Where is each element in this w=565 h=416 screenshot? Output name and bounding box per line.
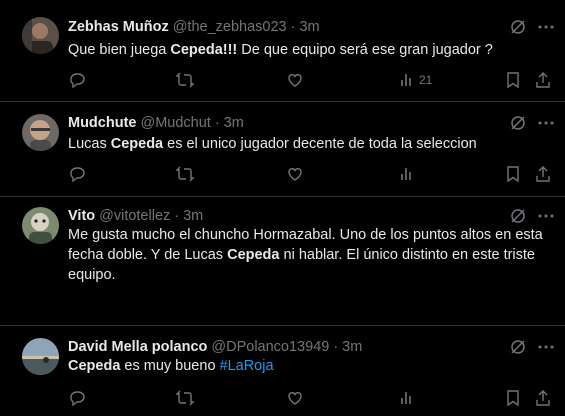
tweet-header: Zebhas Muñoz @the_zebhas023 · 3m <box>68 17 320 37</box>
like-icon <box>288 74 302 87</box>
views-button[interactable]: 21 <box>398 70 432 90</box>
retweet-icon <box>176 72 194 88</box>
tweet-actions <box>68 388 558 408</box>
share-icon <box>536 72 550 88</box>
avatar[interactable] <box>22 207 59 244</box>
share-icon <box>536 390 550 406</box>
tweet-actions <box>68 164 558 184</box>
timestamp[interactable]: 3m <box>183 208 203 224</box>
tweet-header: Vito @vitotellez · 3m <box>68 206 203 226</box>
user-handle[interactable]: @vitotellez <box>99 208 170 224</box>
tweet-text: Me gusta mucho el chuncho Hormazabal. Un… <box>68 225 543 285</box>
tweet-text-part: Lucas <box>68 136 111 152</box>
like-button[interactable] <box>286 164 304 184</box>
mention-text: Cepeda!!! <box>170 42 238 58</box>
retweet-button[interactable] <box>176 164 194 184</box>
tweet-header: David Mella polanco @DPolanco13949 · 3m <box>68 337 362 357</box>
tweet[interactable]: David Mella polanco @DPolanco13949 · 3m … <box>0 325 565 416</box>
like-icon <box>288 392 302 405</box>
views-icon <box>401 168 411 180</box>
grok-icon[interactable] <box>509 338 527 356</box>
views-count: 21 <box>419 73 433 87</box>
timestamp[interactable]: 3m <box>342 339 362 355</box>
bookmark-icon <box>507 390 519 407</box>
bookmark-button[interactable] <box>504 70 522 90</box>
display-name[interactable]: Mudchute <box>68 115 136 131</box>
tweet-text: Lucas Cepeda es el unico jugador decente… <box>68 134 548 154</box>
tweet-text: Cepeda es muy bueno #LaRoja <box>68 356 548 376</box>
share-button[interactable] <box>534 388 552 408</box>
reply-icon <box>70 167 85 183</box>
bookmark-button[interactable] <box>504 164 522 184</box>
display-name[interactable]: Vito <box>68 208 95 224</box>
bookmark-icon <box>507 72 519 89</box>
grok-icon[interactable] <box>509 18 527 36</box>
user-handle[interactable]: @DPolanco13949 <box>211 339 329 355</box>
tweet-text-part: es muy bueno <box>120 358 216 374</box>
more-icon[interactable] <box>537 114 555 132</box>
user-handle[interactable]: @the_zebhas023 <box>173 19 287 35</box>
share-icon <box>536 166 550 182</box>
reply-icon <box>70 73 85 89</box>
grok-icon[interactable] <box>509 207 527 225</box>
reply-button[interactable] <box>68 388 86 408</box>
display-name[interactable]: Zebhas Muñoz <box>68 19 169 35</box>
views-button[interactable] <box>398 388 416 408</box>
tweet[interactable]: Zebhas Muñoz @the_zebhas023 · 3m Que bie… <box>0 0 565 102</box>
user-handle[interactable]: @Mudchut <box>140 115 210 131</box>
separator-dot: · <box>333 339 339 355</box>
grok-icon[interactable] <box>509 114 527 132</box>
views-icon <box>401 392 411 404</box>
reply-button[interactable] <box>68 164 86 184</box>
like-icon <box>288 168 302 181</box>
timestamp[interactable]: 3m <box>224 115 244 131</box>
reply-button[interactable] <box>68 70 86 90</box>
tweet-text-part: es el unico jugador decente de toda la s… <box>163 136 477 152</box>
tweet-text-part: De que equipo será ese gran jugador ? <box>237 42 493 58</box>
separator-dot: · <box>290 19 296 35</box>
avatar[interactable] <box>22 338 59 375</box>
timestamp[interactable]: 3m <box>299 19 319 35</box>
tweet[interactable]: Vito @vitotellez · 3m Me gusta mucho el … <box>0 196 565 326</box>
display-name[interactable]: David Mella polanco <box>68 339 207 355</box>
retweet-icon <box>176 166 194 182</box>
share-button[interactable] <box>534 164 552 184</box>
avatar[interactable] <box>22 114 59 151</box>
like-button[interactable] <box>286 388 304 408</box>
separator-dot: · <box>214 115 220 131</box>
tweet-text: Que bien juega Cepeda!!! De que equipo s… <box>68 40 548 60</box>
views-button[interactable] <box>398 164 416 184</box>
bookmark-icon <box>507 166 519 183</box>
retweet-icon <box>176 390 194 406</box>
more-icon[interactable] <box>537 18 555 36</box>
more-icon[interactable] <box>537 207 555 225</box>
bookmark-button[interactable] <box>504 388 522 408</box>
mention-text: Cepeda <box>110 136 164 152</box>
separator-dot: · <box>174 208 180 224</box>
reply-icon <box>70 391 85 407</box>
tweet-actions: 21 <box>68 70 558 90</box>
mention-text: Cepeda <box>68 358 121 374</box>
hashtag-link[interactable]: #LaRoja <box>220 358 274 374</box>
tweet[interactable]: Mudchute @Mudchut · 3m Lucas Cepeda es e… <box>0 101 565 197</box>
like-button[interactable] <box>286 70 304 90</box>
avatar[interactable] <box>22 17 59 54</box>
tweet-text-part: Que bien juega <box>68 42 171 58</box>
more-icon[interactable] <box>537 338 555 356</box>
share-button[interactable] <box>534 70 552 90</box>
retweet-button[interactable] <box>176 388 194 408</box>
retweet-button[interactable] <box>176 70 194 90</box>
tweet-header: Mudchute @Mudchut · 3m <box>68 113 244 133</box>
views-icon <box>401 74 411 86</box>
mention-text: Cepeda <box>227 247 280 263</box>
